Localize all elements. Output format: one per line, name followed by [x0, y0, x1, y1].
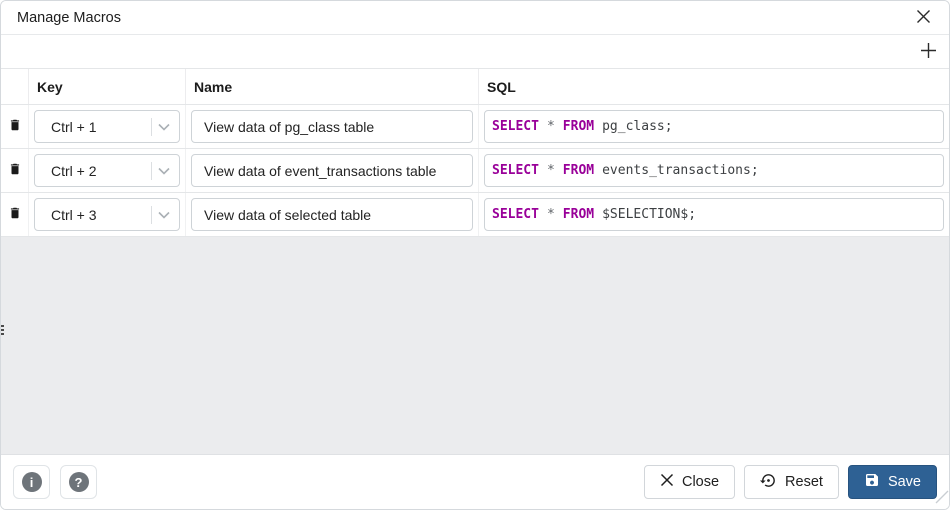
sql-keyword: FROM [563, 207, 594, 222]
save-button-label: Save [888, 474, 921, 490]
key-select-value: Ctrl + 2 [51, 163, 97, 179]
reset-button-label: Reset [785, 474, 823, 490]
trash-icon [8, 205, 22, 224]
sql-keyword: SELECT [492, 119, 539, 134]
plus-icon [920, 42, 937, 62]
chevron-down-icon [158, 118, 170, 136]
reset-button[interactable]: Reset [744, 465, 839, 499]
cell-key: Ctrl + 1 [29, 105, 186, 148]
key-select-controls [151, 162, 170, 180]
sql-operator: * [547, 119, 555, 134]
key-select[interactable]: Ctrl + 3 [34, 198, 180, 231]
toolbar [1, 35, 949, 68]
add-macro-button[interactable] [918, 40, 939, 64]
sql-object: pg_class; [602, 119, 672, 134]
trash-icon [8, 161, 22, 180]
sql-keyword: SELECT [492, 163, 539, 178]
key-select-value: Ctrl + 3 [51, 207, 97, 223]
sql-editor[interactable]: SELECT * FROM $SELECTION$; [484, 198, 944, 231]
close-button[interactable]: Close [644, 465, 735, 499]
manage-macros-dialog: Manage Macros Key Name SQL [0, 0, 950, 510]
delete-macro-button[interactable] [3, 203, 27, 227]
cell-name [186, 193, 479, 236]
dialog-footer: i ? Close Reset [1, 454, 949, 509]
macros-table-header: Key Name SQL [1, 68, 949, 105]
corner-resize-grip[interactable] [935, 490, 949, 509]
close-icon [660, 473, 674, 491]
sql-keyword: SELECT [492, 207, 539, 222]
titlebar: Manage Macros [1, 1, 949, 35]
dropdown-divider [151, 162, 152, 180]
sql-keyword: FROM [563, 163, 594, 178]
sql-operator: * [547, 163, 555, 178]
macro-name-input[interactable] [191, 110, 473, 143]
dropdown-divider [151, 118, 152, 136]
reset-icon [760, 472, 777, 493]
cell-actions [1, 193, 29, 236]
sql-editor[interactable]: SELECT * FROM pg_class; [484, 110, 944, 143]
dialog-close-button[interactable] [914, 7, 933, 29]
sql-object: events_transactions; [602, 163, 759, 178]
dialog-title: Manage Macros [17, 10, 121, 26]
delete-macro-button[interactable] [3, 159, 27, 183]
header-cell-sql: SQL [479, 69, 949, 104]
cell-key: Ctrl + 2 [29, 149, 186, 192]
cell-key: Ctrl + 3 [29, 193, 186, 236]
table-row: Ctrl + 2 SELECT * FROM events_transactions; [1, 149, 949, 193]
chevron-down-icon [158, 162, 170, 180]
delete-macro-button[interactable] [3, 115, 27, 139]
key-select-value: Ctrl + 1 [51, 119, 97, 135]
cell-name [186, 149, 479, 192]
cell-actions [1, 149, 29, 192]
header-cell-key: Key [29, 69, 186, 104]
footer-left-group: i ? [13, 465, 97, 499]
save-icon [864, 472, 880, 492]
cell-sql: SELECT * FROM events_transactions; [479, 149, 949, 192]
dropdown-divider [151, 206, 152, 224]
info-icon: i [22, 472, 42, 492]
close-icon [916, 9, 931, 27]
left-resize-grip[interactable] [1, 325, 4, 335]
key-select[interactable]: Ctrl + 1 [34, 110, 180, 143]
help-icon: ? [69, 472, 89, 492]
header-cell-actions [1, 69, 29, 104]
cell-name [186, 105, 479, 148]
footer-right-group: Close Reset Save [644, 465, 937, 499]
chevron-down-icon [158, 206, 170, 224]
save-button[interactable]: Save [848, 465, 937, 499]
trash-icon [8, 117, 22, 136]
table-row: Ctrl + 1 SELECT * FROM pg_class; [1, 105, 949, 149]
sql-keyword: FROM [563, 119, 594, 134]
cell-sql: SELECT * FROM $SELECTION$; [479, 193, 949, 236]
sql-editor[interactable]: SELECT * FROM events_transactions; [484, 154, 944, 187]
macro-name-input[interactable] [191, 154, 473, 187]
sql-operator: * [547, 207, 555, 222]
cell-actions [1, 105, 29, 148]
sql-object: $SELECTION$; [602, 207, 696, 222]
table-row: Ctrl + 3 SELECT * FROM $SELECTION$; [1, 193, 949, 237]
sql-info-button[interactable]: i [13, 465, 50, 499]
macro-name-input[interactable] [191, 198, 473, 231]
help-button[interactable]: ? [60, 465, 97, 499]
cell-sql: SELECT * FROM pg_class; [479, 105, 949, 148]
header-cell-name: Name [186, 69, 479, 104]
key-select[interactable]: Ctrl + 2 [34, 154, 180, 187]
key-select-controls [151, 206, 170, 224]
key-select-controls [151, 118, 170, 136]
close-button-label: Close [682, 474, 719, 490]
dialog-body-empty-area [1, 237, 949, 454]
